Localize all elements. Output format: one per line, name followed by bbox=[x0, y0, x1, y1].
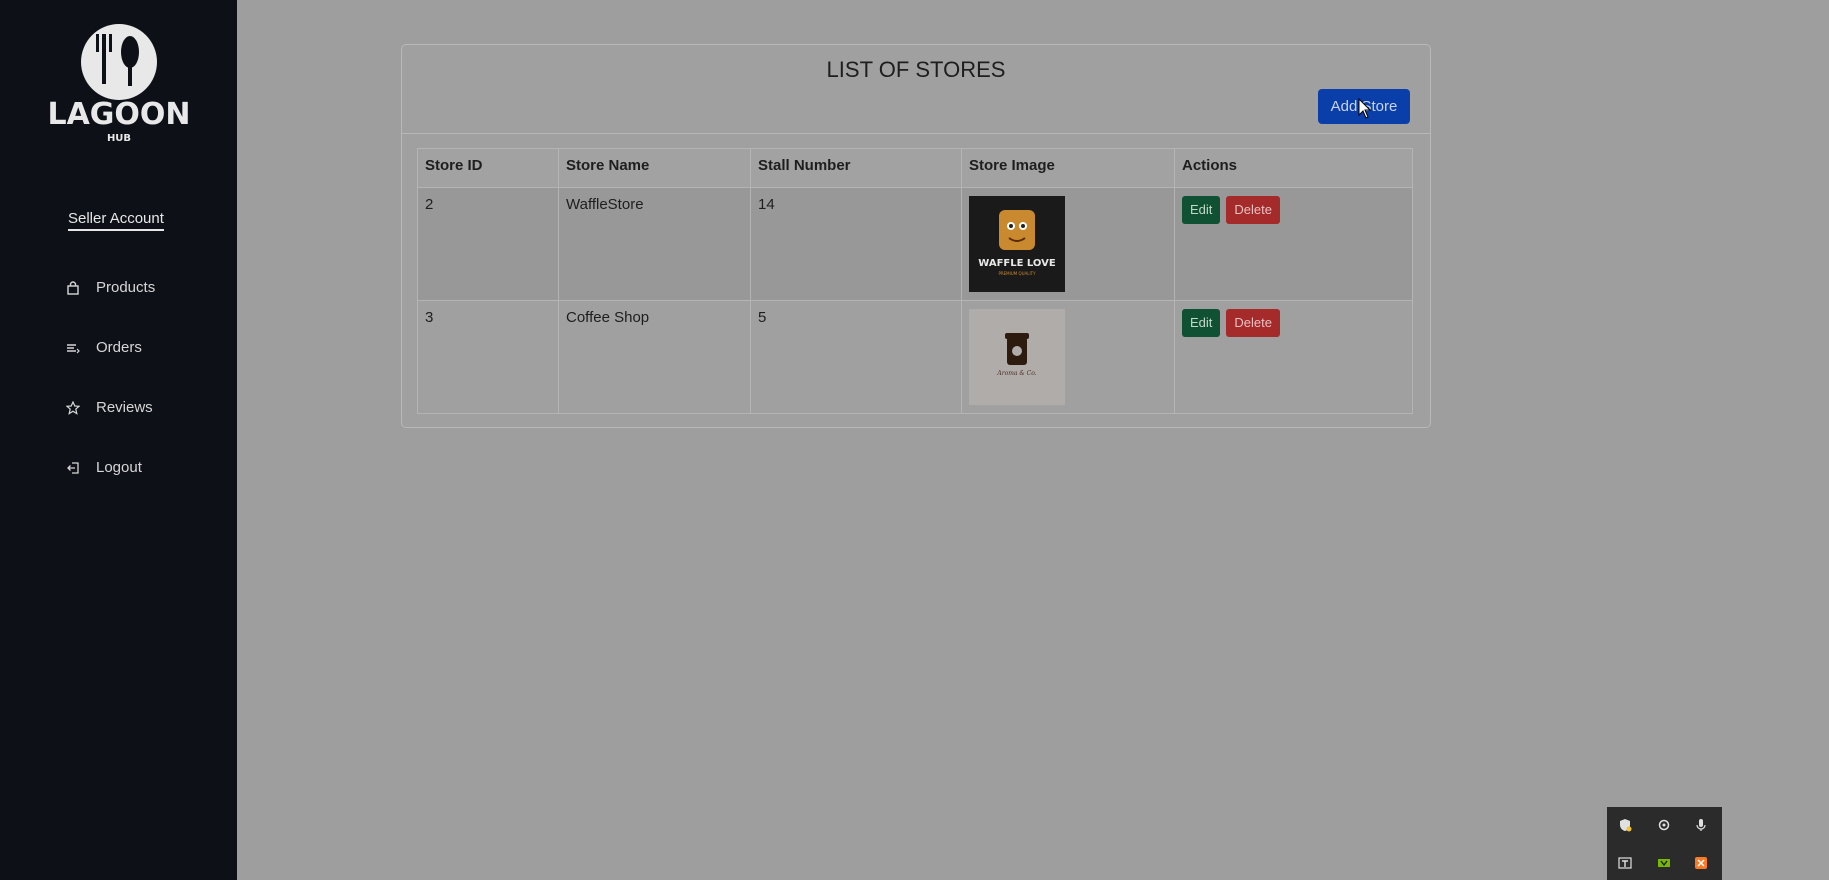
column-header: Store ID bbox=[417, 148, 559, 188]
delete-button[interactable]: Delete bbox=[1226, 309, 1280, 337]
logout-icon bbox=[66, 461, 80, 475]
column-header: Store Image bbox=[961, 148, 1175, 188]
logo-subtext: HUB bbox=[107, 133, 131, 144]
column-header: Store Name bbox=[558, 148, 751, 188]
sidebar-item-label: Logout bbox=[96, 459, 142, 476]
shopping-bag-icon bbox=[66, 280, 80, 295]
coffee-image-text: Aroma & Co. bbox=[996, 370, 1036, 377]
logo-text: LAGOON bbox=[47, 97, 190, 132]
sidebar-item-reviews[interactable]: Reviews bbox=[66, 399, 153, 416]
store-id-cell: 3 bbox=[417, 300, 559, 414]
edit-button[interactable]: Edit bbox=[1182, 309, 1221, 337]
microphone-icon[interactable] bbox=[1694, 818, 1708, 832]
store-image-cell: WAFFLE LOVE PREMIUM QUALITY bbox=[961, 187, 1175, 301]
sidebar-item-label: Reviews bbox=[96, 399, 153, 416]
column-header: Actions bbox=[1174, 148, 1413, 188]
mouse-cursor-icon bbox=[1358, 98, 1372, 119]
stall-number-cell: 14 bbox=[750, 187, 962, 301]
sidebar-item-logout[interactable]: Logout bbox=[66, 459, 142, 476]
waffle-store-image: WAFFLE LOVE PREMIUM QUALITY bbox=[969, 196, 1065, 292]
system-tray-popup bbox=[1607, 807, 1722, 880]
app-tray-icon[interactable] bbox=[1618, 856, 1632, 870]
column-header: Stall Number bbox=[750, 148, 962, 188]
waffle-image-text: WAFFLE LOVE bbox=[978, 258, 1056, 269]
table-row: 2 WaffleStore 14 WAFFLE LOVE PREMIUM QUA… bbox=[417, 187, 1413, 301]
actions-cell: Edit Delete bbox=[1174, 187, 1413, 301]
star-icon bbox=[66, 400, 80, 415]
delete-button[interactable]: Delete bbox=[1226, 196, 1280, 224]
stores-table: Store ID Store Name Stall Number Store I… bbox=[417, 148, 1413, 414]
target-settings-icon[interactable] bbox=[1657, 818, 1671, 832]
table-row: 3 Coffee Shop 5 Aroma & Co. Edit Delete bbox=[417, 300, 1413, 414]
list-icon bbox=[66, 341, 80, 355]
seller-account-link[interactable]: Seller Account bbox=[68, 210, 164, 231]
store-id-cell: 2 bbox=[417, 187, 559, 301]
store-name-cell: WaffleStore bbox=[558, 187, 751, 301]
nvidia-icon[interactable] bbox=[1657, 856, 1671, 870]
sidebar-item-orders[interactable]: Orders bbox=[66, 339, 142, 356]
stall-number-cell: 5 bbox=[750, 300, 962, 414]
waffle-image-subtext: PREMIUM QUALITY bbox=[998, 271, 1036, 276]
sidebar-item-label: Products bbox=[96, 279, 156, 296]
card-header: LIST OF STORES Add Store bbox=[402, 45, 1430, 134]
edit-button[interactable]: Edit bbox=[1182, 196, 1221, 224]
store-image-cell: Aroma & Co. bbox=[961, 300, 1175, 414]
actions-cell: Edit Delete bbox=[1174, 300, 1413, 414]
coffee-shop-image: Aroma & Co. bbox=[969, 309, 1065, 405]
lagoon-hub-logo[interactable]: LAGOON HUB bbox=[44, 14, 194, 146]
page-title: LIST OF STORES bbox=[826, 57, 1006, 82]
xampp-icon[interactable] bbox=[1694, 856, 1708, 870]
sidebar: LAGOON HUB Seller Account Products Order… bbox=[0, 0, 237, 880]
store-name-cell: Coffee Shop bbox=[558, 300, 751, 414]
table-header-row: Store ID Store Name Stall Number Store I… bbox=[417, 148, 1413, 188]
security-shield-icon[interactable] bbox=[1618, 818, 1632, 832]
sidebar-item-label: Orders bbox=[96, 339, 142, 356]
sidebar-item-products[interactable]: Products bbox=[66, 279, 155, 296]
